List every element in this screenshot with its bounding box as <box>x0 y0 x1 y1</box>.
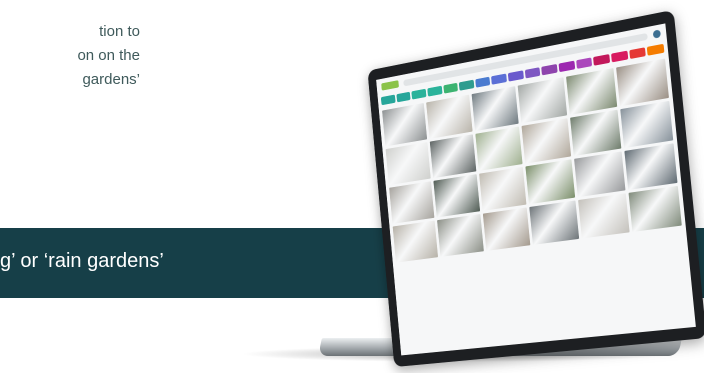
filter-chip <box>396 91 411 103</box>
filter-chip <box>491 73 508 85</box>
image-thumbnail <box>475 126 523 171</box>
banner-text: g’ or ‘rain gardens’ <box>0 250 164 272</box>
filter-chip <box>475 76 491 88</box>
filter-chip <box>628 47 647 60</box>
image-thumbnail <box>385 142 431 186</box>
filter-chip <box>458 79 475 91</box>
image-thumbnail <box>578 193 630 239</box>
image-thumbnail <box>570 109 622 156</box>
image-thumbnail <box>478 166 527 211</box>
image-thumbnail <box>620 100 674 149</box>
filter-chip <box>593 54 611 66</box>
image-thumbnail <box>518 77 568 124</box>
image-thumbnail <box>471 86 520 132</box>
image-thumbnail <box>616 58 669 107</box>
filter-chip <box>541 63 558 76</box>
intro-line: on on the <box>77 47 140 64</box>
image-thumbnail <box>628 185 682 232</box>
image-thumbnail <box>529 200 580 245</box>
intro-line: tion to <box>99 23 140 40</box>
site-logo <box>381 80 399 91</box>
filter-chip <box>507 70 524 82</box>
filter-chip <box>575 57 593 69</box>
filter-chip <box>443 82 459 94</box>
image-thumbnail <box>389 181 435 224</box>
filter-chip <box>380 94 396 106</box>
image-thumbnail <box>525 159 576 205</box>
image-thumbnail <box>624 143 678 190</box>
image-thumbnail <box>429 134 477 179</box>
laptop-lid <box>367 9 704 368</box>
intro-text: tion to on on the gardens’ <box>0 20 140 92</box>
image-thumbnail <box>433 174 480 218</box>
image-thumbnail <box>382 102 427 147</box>
intro-line: gardens’ <box>82 71 140 88</box>
filter-chip <box>558 60 575 73</box>
image-thumbnail <box>566 67 618 115</box>
filter-chip <box>646 43 665 56</box>
image-thumbnail <box>574 151 626 198</box>
avatar <box>652 29 661 39</box>
image-thumbnail <box>392 220 438 263</box>
filter-chip <box>411 88 427 100</box>
filter-chip <box>611 50 628 63</box>
image-thumbnail <box>436 214 484 257</box>
laptop-screen <box>376 23 696 356</box>
filter-chip <box>427 85 443 97</box>
filter-chip <box>524 67 541 79</box>
image-thumbnail <box>521 118 572 164</box>
image-thumbnail <box>482 207 531 251</box>
image-thumbnail <box>426 94 473 139</box>
